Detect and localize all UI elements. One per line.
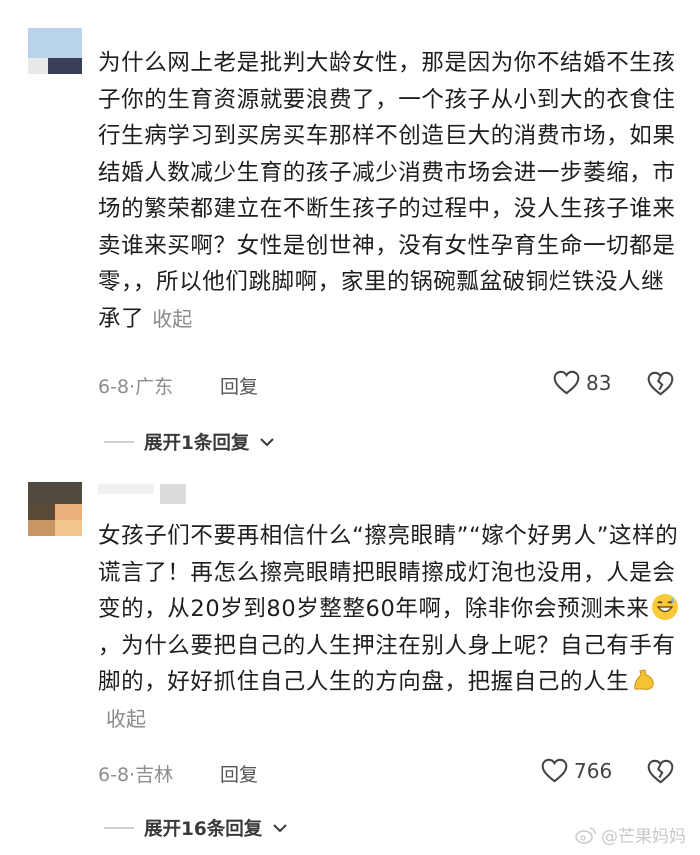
watermark: @芒果妈妈 bbox=[575, 822, 686, 847]
collapse-link[interactable]: 收起 bbox=[106, 707, 146, 731]
comment-text: 女孩子们不要再相信什么“擦亮眼睛”“嫁个好男人”这样的谎言了！再怎么擦亮眼睛把眼… bbox=[98, 518, 683, 737]
expand-replies-label: 展开1条回复 bbox=[144, 433, 250, 454]
heart-outline-icon bbox=[553, 370, 580, 395]
comment-date: 6-8 bbox=[98, 764, 130, 786]
username-blurred bbox=[98, 484, 154, 494]
user-badge-blurred bbox=[160, 484, 186, 504]
broken-heart-icon bbox=[647, 759, 674, 784]
reply-button[interactable]: 回复 bbox=[220, 760, 258, 787]
expand-replies[interactable]: 展开16条回复 bbox=[104, 815, 288, 841]
dislike-button[interactable] bbox=[647, 759, 674, 788]
comment-meta: 6-8·吉林 bbox=[98, 760, 173, 787]
comment-text: 为什么网上老是批判大龄女性，那是因为你不结婚不生孩子你的生育资源就要浪费了，一个… bbox=[98, 45, 683, 337]
comment-body: 为什么网上老是批判大龄女性，那是因为你不结婚不生孩子你的生育资源就要浪费了，一个… bbox=[98, 50, 676, 332]
comment-body-part-1: 女孩子们不要再相信什么“擦亮眼睛”“嫁个好男人”这样的谎言了！再怎么擦亮眼睛把眼… bbox=[98, 523, 679, 622]
grinning-sweat-emoji bbox=[651, 594, 678, 620]
like-count: 83 bbox=[586, 370, 612, 395]
flexed-biceps-emoji bbox=[631, 667, 657, 693]
dislike-button[interactable] bbox=[647, 371, 674, 400]
avatar[interactable] bbox=[28, 482, 82, 536]
collapse-link[interactable]: 收起 bbox=[152, 307, 192, 331]
divider-line bbox=[104, 441, 134, 443]
chevron-down-icon bbox=[260, 438, 275, 447]
like-count: 766 bbox=[574, 758, 613, 783]
expand-replies-label: 展开16条回复 bbox=[144, 819, 263, 840]
like-button[interactable]: 83 bbox=[553, 370, 611, 395]
like-button[interactable]: 766 bbox=[541, 758, 612, 783]
comment-date: 6-8 bbox=[98, 376, 130, 398]
expand-replies[interactable]: 展开1条回复 bbox=[104, 429, 275, 455]
broken-heart-icon bbox=[647, 371, 674, 396]
comment-body-part-2: ，为什么要把自己的人生押注在别人身上呢？自己有手有脚的，好好抓住自己人生的方向盘… bbox=[98, 632, 676, 696]
weibo-logo bbox=[575, 826, 596, 844]
comment-location: 广东 bbox=[135, 376, 174, 398]
reply-button[interactable]: 回复 bbox=[220, 372, 258, 399]
avatar[interactable] bbox=[28, 28, 82, 74]
comment-location: 吉林 bbox=[135, 764, 174, 786]
heart-outline-icon bbox=[541, 758, 568, 783]
comment-meta: 6-8·广东 bbox=[98, 372, 173, 399]
divider-line bbox=[104, 827, 134, 829]
watermark-text: @芒果妈妈 bbox=[601, 827, 686, 847]
chevron-down-icon bbox=[273, 824, 287, 833]
